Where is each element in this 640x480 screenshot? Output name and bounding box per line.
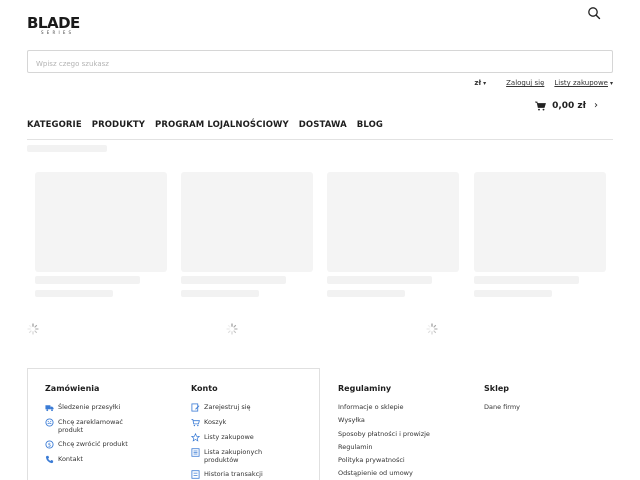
footer-link-label: Kontakt (58, 455, 83, 463)
footer-link-contact[interactable]: Kontakt (45, 455, 165, 464)
product-title-skeleton (474, 276, 579, 284)
star-icon (191, 433, 200, 442)
footer-link-register[interactable]: Zarejestruj się (191, 403, 301, 412)
footer-link-label: Listy zakupowe (204, 433, 254, 441)
footer-shop-column: Sklep Dane firmy (484, 384, 594, 416)
footer-link-cart[interactable]: Koszyk (191, 418, 301, 427)
cart-icon (191, 418, 200, 427)
cart-total: 0,00 zł (552, 100, 586, 111)
footer-link-label: Śledzenie przesyłki (58, 403, 121, 411)
breadcrumb-skeleton (27, 145, 107, 152)
footer-link-label: Polityka prywatności (338, 456, 405, 465)
footer-link-label: Historia transakcji (204, 470, 263, 478)
loading-spinner-icon (27, 323, 39, 335)
product-image-skeleton (35, 172, 167, 272)
footer-link-withdrawal[interactable]: Odstąpienie od umowy (338, 469, 468, 477)
footer-orders-title: Zamówienia (45, 384, 100, 393)
footer-link-shipping[interactable]: Wysyłka (338, 416, 468, 424)
product-price-skeleton (35, 290, 113, 297)
footer-link-label: Koszyk (204, 418, 227, 426)
main-navigation: KATEGORIE PRODUKTY PROGRAM LOJALNOŚCIOWY… (27, 120, 393, 130)
footer-link-shopping-lists[interactable]: Listy zakupowe (191, 433, 301, 442)
return-icon: $ (45, 440, 54, 449)
product-title-skeleton (181, 276, 286, 284)
truck-icon (45, 405, 54, 412)
footer-link-company-data[interactable]: Dane firmy (484, 403, 594, 411)
shopping-lists-menu[interactable]: Listy zakupowe ▾ (554, 79, 613, 87)
footer-link-label: Regulamin (338, 442, 373, 451)
product-card-skeleton (474, 172, 606, 297)
chevron-down-icon: ▾ (609, 79, 613, 87)
product-card-skeleton (35, 172, 167, 297)
loading-spinner-icon (426, 323, 438, 335)
product-price-skeleton (327, 290, 405, 297)
product-title-skeleton (35, 276, 140, 284)
footer-link-label: Lista zakupionych produktów (204, 448, 263, 464)
product-card-skeleton (181, 172, 313, 297)
search-icon[interactable] (587, 5, 601, 20)
footer-account-title: Konto (191, 384, 218, 393)
chevron-down-icon: ▾ (483, 79, 487, 87)
footer-link-label: Chcę zareklamować produkt (58, 418, 123, 434)
history-icon (191, 470, 200, 479)
cart-icon (535, 101, 547, 110)
product-image-skeleton (327, 172, 459, 272)
footer-link-label: Informacje o sklepie (338, 403, 404, 411)
footer-link-label: Chcę zwrócić produkt (58, 440, 128, 448)
footer-link-label: Dane firmy (484, 403, 521, 411)
cart-button[interactable]: 0,00 zł › (535, 100, 598, 111)
footer-link-label: Odstąpienie od umowy (338, 469, 413, 478)
search-input[interactable] (28, 53, 612, 75)
footer-shop-title: Sklep (484, 384, 509, 393)
top-utility-links: zł ▾ Zaloguj się Listy zakupowe ▾ (474, 79, 613, 87)
svg-text:$: $ (48, 442, 51, 448)
footer-account-column: Konto Zarejestruj się Koszyk Listy zakup… (191, 384, 301, 480)
product-image-skeleton (474, 172, 606, 272)
footer-link-shipment-tracking[interactable]: Śledzenie przesyłki (45, 403, 165, 412)
footer-link-label: Wysyłka (338, 416, 365, 425)
footer-link-purchased-products[interactable]: Lista zakupionych produktów (191, 448, 301, 464)
footer-orders-column: Zamówienia Śledzenie przesyłki Chcę zare… (45, 384, 165, 470)
nav-item-produkty[interactable]: PRODUKTY (92, 120, 145, 130)
product-image-skeleton (181, 172, 313, 272)
nav-item-kategorie[interactable]: KATEGORIE (27, 120, 82, 130)
footer-link-store-info[interactable]: Informacje o sklepie (338, 403, 468, 411)
svg-text:SERIES: SERIES (41, 30, 74, 35)
register-icon (191, 403, 200, 412)
blade-logo[interactable]: BLADE SERIES (27, 14, 97, 35)
product-price-skeleton (474, 290, 552, 297)
footer-link-privacy-policy[interactable]: Polityka prywatności (338, 456, 468, 464)
nav-item-dostawa[interactable]: DOSTAWA (299, 120, 347, 130)
chevron-right-icon: › (594, 100, 598, 111)
product-title-skeleton (327, 276, 432, 284)
footer-link-transaction-history[interactable]: Historia transakcji (191, 470, 301, 479)
currency-label: zł (474, 79, 482, 87)
shopping-lists-link: Listy zakupowe (554, 79, 608, 87)
footer-link-payment-methods[interactable]: Sposoby płatności i prowizje (338, 430, 468, 438)
footer-link-label: Zarejestruj się (204, 403, 251, 411)
nav-divider (27, 139, 613, 140)
footer-regulations-title: Regulaminy (338, 384, 392, 393)
nav-item-program-lojalnosciowy[interactable]: PROGRAM LOJALNOŚCIOWY (155, 120, 289, 130)
footer-link-label: Sposoby płatności i prowizje (338, 429, 430, 438)
currency-selector[interactable]: zł ▾ (474, 79, 486, 87)
footer-link-complaint[interactable]: Chcę zareklamować produkt (45, 418, 165, 434)
complaint-icon (45, 418, 54, 427)
search-field-wrapper (27, 50, 613, 75)
product-card-skeleton (327, 172, 459, 297)
list-icon (191, 448, 200, 457)
phone-icon (45, 455, 54, 464)
footer-link-terms[interactable]: Regulamin (338, 443, 468, 451)
footer-link-return[interactable]: $ Chcę zwrócić produkt (45, 440, 165, 449)
nav-item-blog[interactable]: BLOG (357, 120, 383, 130)
footer-regulations-column: Regulaminy Informacje o sklepie Wysyłka … (338, 384, 468, 480)
login-link[interactable]: Zaloguj się (506, 79, 544, 87)
loading-spinner-icon (226, 323, 238, 335)
product-price-skeleton (181, 290, 259, 297)
